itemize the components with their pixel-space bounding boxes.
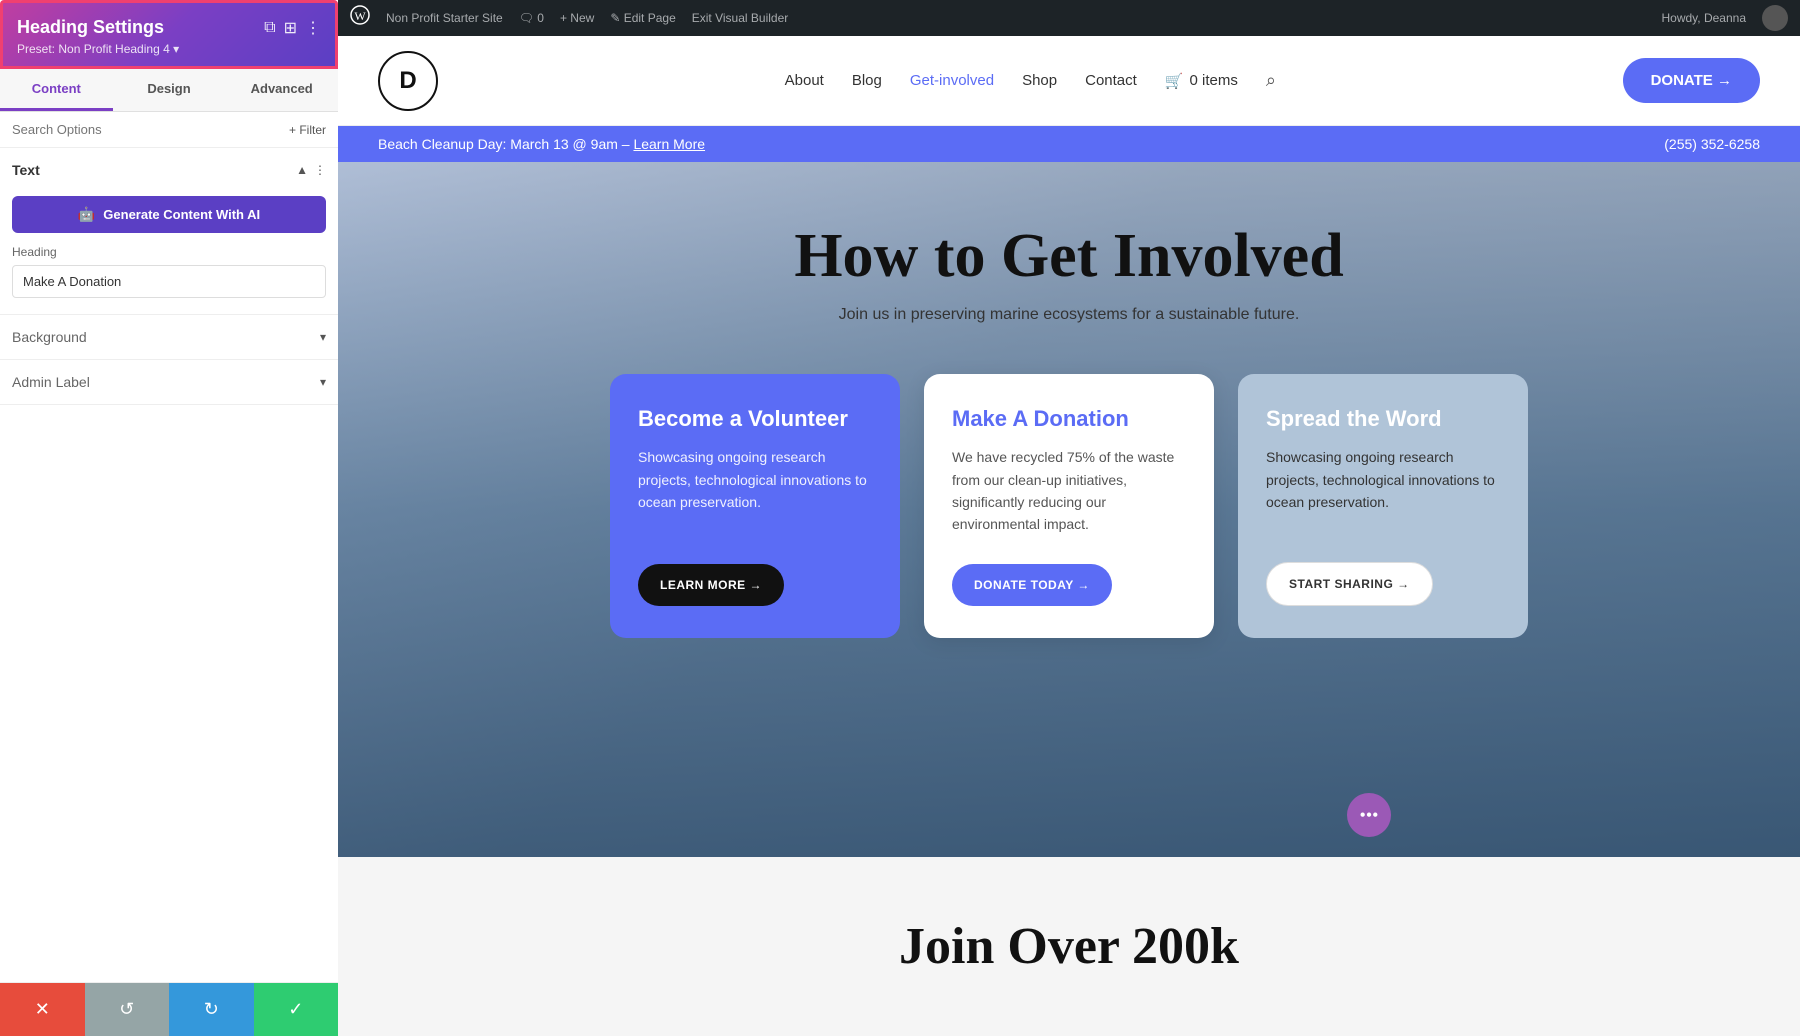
donate-today-button[interactable]: DONATE TODAY → [952,564,1112,606]
wp-admin-bar: W Non Profit Starter Site 🗨 0 + New ✎ Ed… [338,0,1800,36]
text-section: Text ▲ ⋮ 🤖 Generate Content With AI Head… [0,148,338,315]
announcement-text: Beach Cleanup Day: March 13 @ 9am – Lear… [378,136,705,152]
site-logo[interactable]: D [378,51,438,111]
announcement-phone: (255) 352-6258 [1664,136,1760,152]
below-hero-title: Join Over 200k [899,917,1239,976]
admin-chevron-icon: ▾ [320,375,326,390]
filter-button[interactable]: + Filter [289,123,326,137]
floating-menu-dot[interactable]: ••• [1347,793,1391,837]
nav-contact[interactable]: Contact [1085,72,1137,89]
cart-item[interactable]: 🛒 0 items [1165,72,1238,90]
donate-card-title: Make A Donation [952,406,1186,432]
sidebar-header: Heading Settings ⧉ ⊞ ⋮ Preset: Non Profi… [0,0,338,69]
sidebar-header-icons: ⧉ ⊞ ⋮ [264,18,321,38]
tab-advanced[interactable]: Advanced [225,69,338,111]
redo-button[interactable]: ↻ [169,983,254,1036]
text-section-title: Text [12,162,40,178]
hero-section: How to Get Involved Join us in preservin… [338,162,1800,857]
more-options-icon[interactable]: ⋮ [314,163,326,178]
hero-title: How to Get Involved [794,222,1343,290]
svg-text:W: W [354,9,366,23]
chevron-up-icon: ▲ [296,163,308,178]
sidebar-search-bar: + Filter [0,112,338,148]
volunteer-card: Become a Volunteer Showcasing ongoing re… [610,374,900,638]
undo-button[interactable]: ↺ [85,983,170,1036]
donate-card-text: We have recycled 75% of the waste from o… [952,446,1186,536]
cards-row: Become a Volunteer Showcasing ongoing re… [609,374,1529,638]
new-bar-item[interactable]: + New [560,11,594,25]
ai-generate-button[interactable]: 🤖 Generate Content With AI [12,196,326,233]
volunteer-card-title: Become a Volunteer [638,406,872,432]
learn-more-button[interactable]: LEARN MORE → [638,564,784,606]
admin-label-title: Admin Label [12,374,90,390]
close-button[interactable]: ✕ [0,983,85,1036]
background-chevron-icon: ▾ [320,330,326,345]
sidebar-title: Heading Settings [17,17,164,38]
app-wrapper: Heading Settings ⧉ ⊞ ⋮ Preset: Non Profi… [0,0,1800,1036]
wp-logo: W [350,5,370,31]
howdy-text: Howdy, Deanna [1662,11,1747,25]
hero-subtitle: Join us in preserving marine ecosystems … [839,306,1300,324]
save-button[interactable]: ✓ [254,983,339,1036]
sidebar: Heading Settings ⧉ ⊞ ⋮ Preset: Non Profi… [0,0,338,1036]
admin-label-section[interactable]: Admin Label ▾ [0,360,338,405]
user-avatar [1762,5,1788,31]
search-input[interactable] [12,122,289,137]
text-section-header[interactable]: Text ▲ ⋮ [0,148,338,192]
site-nav: About Blog Get-involved Shop Contact 🛒 0… [785,70,1276,91]
below-hero-section: Join Over 200k [338,857,1800,1036]
announcement-bar: Beach Cleanup Day: March 13 @ 9am – Lear… [338,126,1800,162]
background-title: Background [12,329,87,345]
nav-blog[interactable]: Blog [852,72,882,89]
volunteer-card-text: Showcasing ongoing research projects, te… [638,446,872,536]
share-card: Spread the Word Showcasing ongoing resea… [1238,374,1528,638]
comments-bar-item[interactable]: 🗨 0 [519,11,544,25]
donate-header-button[interactable]: DONATE → [1623,58,1760,103]
edit-page-bar-item[interactable]: ✎ Edit Page [610,11,675,25]
main-content: W Non Profit Starter Site 🗨 0 + New ✎ Ed… [338,0,1800,1036]
columns-icon[interactable]: ⊞ [284,18,297,38]
sidebar-tabs: Content Design Advanced [0,69,338,112]
nav-get-involved[interactable]: Get-involved [910,72,994,89]
tab-design[interactable]: Design [113,69,226,111]
search-button[interactable]: ⌕ [1266,70,1276,91]
exit-builder-bar-item[interactable]: Exit Visual Builder [692,11,789,25]
text-section-controls: ▲ ⋮ [296,163,326,178]
sidebar-bottom-toolbar: ✕ ↺ ↻ ✓ [0,982,338,1036]
copy-icon[interactable]: ⧉ [264,19,275,37]
start-sharing-button[interactable]: START SHARING → [1266,562,1433,606]
announcement-link[interactable]: Learn More [633,136,705,152]
site-header: D About Blog Get-involved Shop Contact 🛒… [338,36,1800,126]
site-name-bar-item[interactable]: Non Profit Starter Site [386,11,503,25]
nav-shop[interactable]: Shop [1022,72,1057,89]
donate-card: Make A Donation We have recycled 75% of … [924,374,1214,638]
ai-icon: 🤖 [78,206,95,223]
share-card-text: Showcasing ongoing research projects, te… [1266,446,1500,534]
cart-icon: 🛒 [1165,72,1184,90]
tab-content[interactable]: Content [0,69,113,111]
nav-about[interactable]: About [785,72,824,89]
cart-count: 0 items [1190,72,1238,89]
wp-bar-right: Howdy, Deanna [1662,5,1789,31]
background-section[interactable]: Background ▾ [0,315,338,360]
share-card-title: Spread the Word [1266,406,1500,432]
heading-label: Heading [0,245,338,265]
more-icon[interactable]: ⋮ [305,18,321,38]
sidebar-preset: Preset: Non Profit Heading 4 ▾ [17,42,321,56]
heading-input[interactable] [12,265,326,298]
